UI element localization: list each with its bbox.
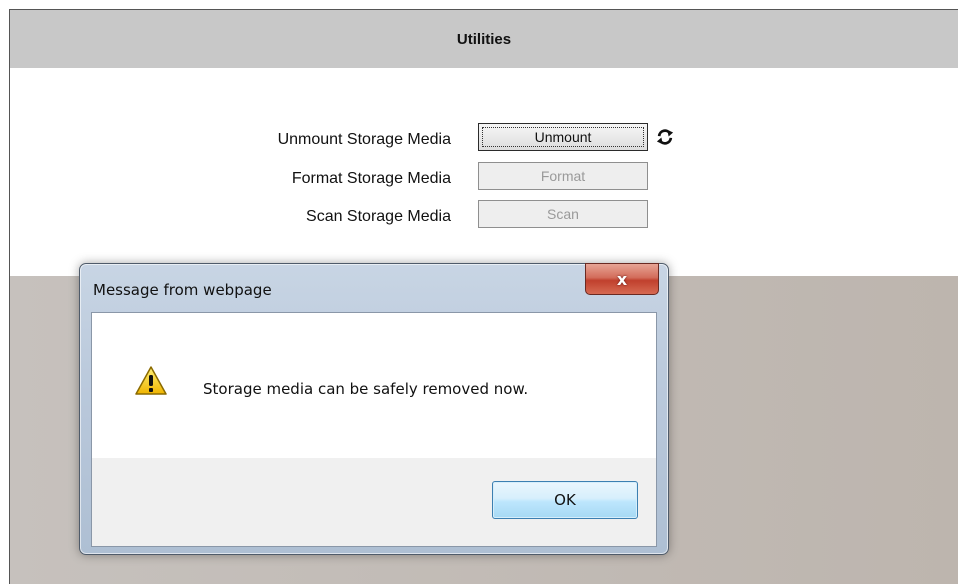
- refresh-icon[interactable]: [656, 128, 674, 146]
- format-label: Format Storage Media: [291, 170, 451, 187]
- dialog-message: Storage media can be safely removed now.: [203, 380, 529, 398]
- unmount-label: Unmount Storage Media: [277, 131, 451, 148]
- dialog-title: Message from webpage: [93, 281, 272, 299]
- close-button[interactable]: x: [585, 263, 659, 295]
- focus-ring: [482, 127, 644, 147]
- scan-button[interactable]: Scan: [478, 200, 648, 228]
- format-button[interactable]: Format: [478, 162, 648, 190]
- unmount-button[interactable]: Unmount: [478, 123, 648, 151]
- dialog-content: Storage media can be safely removed now.: [92, 313, 656, 458]
- scan-label: Scan Storage Media: [306, 208, 451, 225]
- page-header: Utilities: [10, 10, 958, 68]
- warning-icon: [135, 366, 167, 395]
- ok-button[interactable]: OK: [492, 481, 638, 519]
- message-dialog: Message from webpage x Storage media can…: [79, 263, 669, 555]
- page-title: Utilities: [456, 30, 512, 48]
- dialog-body: Storage media can be safely removed now.…: [91, 312, 657, 547]
- utilities-panel: Unmount Storage Media Unmount Format Sto…: [10, 68, 958, 277]
- close-icon: x: [616, 269, 628, 289]
